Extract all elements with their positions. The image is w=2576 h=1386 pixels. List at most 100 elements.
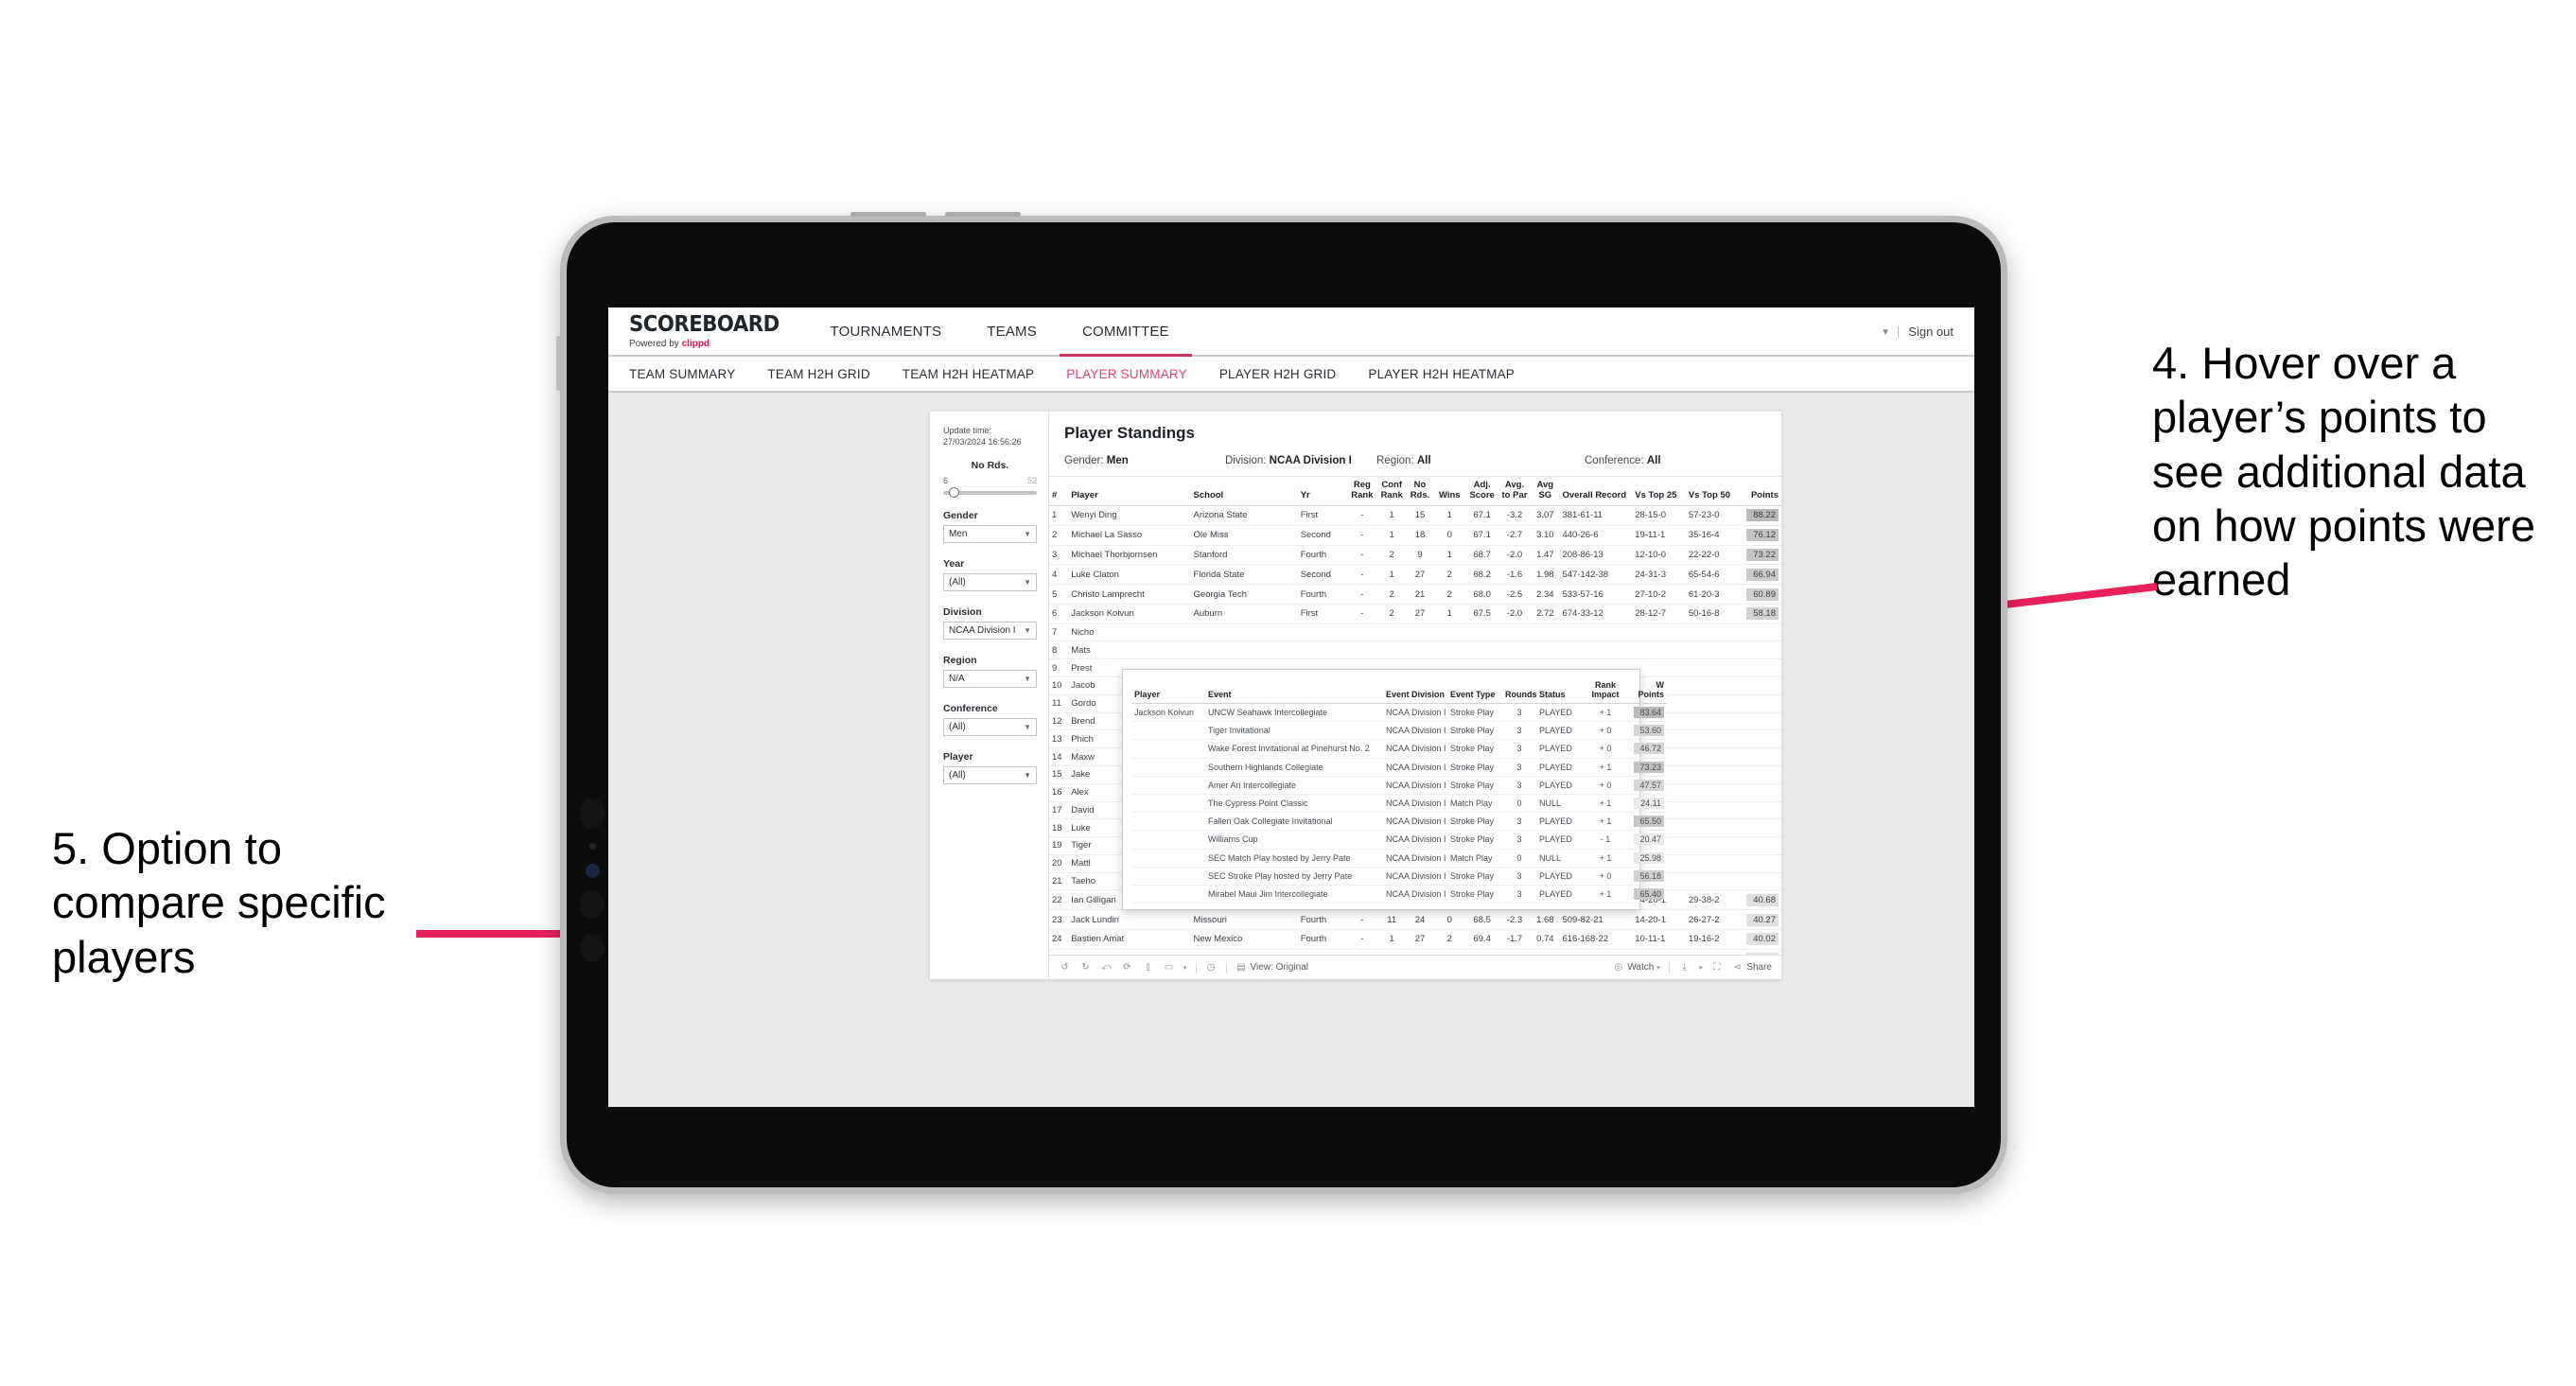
cell-points[interactable] [1739, 801, 1781, 820]
table-row[interactable]: 6 Jackson Koivun Auburn First -2 27 1 67.5 -2.0 2… [1049, 604, 1781, 624]
cell-points[interactable] [1739, 783, 1781, 802]
cell-points[interactable]: 40.68 [1739, 889, 1781, 911]
chevron-down-icon[interactable]: ▾ [1883, 325, 1888, 338]
table-row[interactable]: 1 Wenyi Ding Arizona State First -1 15 1 67.1 -3… [1049, 505, 1781, 526]
table-row[interactable]: 7 Nicho [1049, 623, 1781, 642]
cell-points[interactable] [1739, 712, 1781, 731]
col-wins[interactable]: Wins [1433, 477, 1466, 506]
table-row[interactable]: 3 Michael Thorbjornsen Stanford Fourth -2 9 1 6… [1049, 545, 1781, 566]
no-rounds-slider[interactable] [943, 487, 1037, 499]
view-original-button[interactable]: ▤ View: Original [1235, 961, 1308, 974]
table-row[interactable]: 23 Jack Lundin Missouri Fourth -11 24 0 68.5 -2.… [1049, 909, 1781, 930]
cell-points[interactable] [1739, 747, 1781, 766]
tt-cell-rank-impact: - 1 [1586, 830, 1625, 850]
tt-cell-rounds: 3 [1502, 885, 1536, 904]
highlight-icon[interactable]: ▭ [1163, 961, 1175, 974]
tooltip-row: Fallen Oak Collegiate Invitational NCAA D… [1131, 812, 1667, 832]
cell-points[interactable]: 58.18 [1739, 604, 1781, 624]
col-reg-rank[interactable]: Reg Rank [1347, 477, 1377, 506]
cell-points[interactable] [1739, 676, 1781, 695]
col-year[interactable]: Yr [1297, 477, 1348, 506]
download-icon[interactable]: ⤓ [1678, 961, 1691, 974]
view-icon: ▤ [1236, 962, 1246, 973]
filter-player-select[interactable]: (All) ▼ [943, 766, 1037, 785]
table-row[interactable]: 25Cole SherwoodVanderbiltFourth-1223168.… [1049, 949, 1781, 955]
history-icon[interactable]: ◷ [1205, 961, 1218, 974]
cell-points[interactable]: 73.22 [1739, 545, 1781, 566]
table-row[interactable]: 5 Christo Lamprecht Georgia Tech Fourth -2 21… [1049, 584, 1781, 605]
tab-player-summary[interactable]: PLAYER SUMMARY [1066, 367, 1187, 381]
cell-points[interactable] [1739, 765, 1781, 784]
brand-logo[interactable]: SCOREBOARD Powered by clippd [608, 307, 808, 355]
col-vs-top-25[interactable]: Vs Top 25 [1632, 477, 1686, 506]
cell-points[interactable] [1739, 872, 1781, 891]
col-conf-rank[interactable]: Conf Rank [1376, 477, 1407, 506]
table-row[interactable]: 24 Bastien Amat New Mexico Fourth -1 27 2 69.4-… [1049, 929, 1781, 950]
watch-button[interactable]: ◎ Watch ▾ [1612, 961, 1659, 974]
tt-cell-player [1131, 758, 1205, 777]
cell-wins: 0 [1433, 525, 1466, 546]
cell-points[interactable] [1739, 623, 1781, 642]
sign-out-link[interactable]: Sign out [1908, 325, 1954, 339]
filter-division-select[interactable]: NCAA Division I ▼ [943, 622, 1037, 640]
tt-cell-status: PLAYED [1536, 703, 1586, 723]
tab-team-h2h-heatmap[interactable]: TEAM H2H HEATMAP [902, 367, 1034, 381]
col-player[interactable]: Player [1068, 477, 1191, 506]
cell-points[interactable] [1739, 836, 1781, 855]
filter-region-select[interactable]: N/A ▼ [943, 670, 1037, 689]
col-overall-record[interactable]: Overall Record [1559, 477, 1633, 506]
no-rounds-slider-handle[interactable] [949, 487, 959, 499]
cell-points[interactable] [1739, 818, 1781, 838]
cell-points[interactable] [1739, 640, 1781, 660]
col-rank[interactable]: # [1049, 477, 1069, 506]
standings-table-scroll[interactable]: # Player School Yr Reg Rank Conf Rank No… [1049, 477, 1781, 955]
tab-team-h2h-grid[interactable]: TEAM H2H GRID [767, 367, 869, 381]
chevron-down-icon[interactable]: ▾ [1183, 964, 1187, 972]
cell-player: Nicho [1068, 623, 1191, 642]
cell-points[interactable] [1739, 854, 1781, 873]
cell-rank: 25 [1049, 949, 1069, 955]
tab-player-h2h-heatmap[interactable]: PLAYER H2H HEATMAP [1368, 367, 1515, 381]
filter-division: Division NCAA Division I ▼ [943, 606, 1037, 640]
col-no-rounds[interactable]: No Rds. [1406, 477, 1434, 506]
cell-points[interactable]: 40.27 [1739, 909, 1781, 930]
nav-item-committee[interactable]: COMMITTEE [1059, 307, 1192, 357]
col-adj-score[interactable]: Adj. Score [1465, 477, 1498, 506]
share-button[interactable]: ⋖ Share [1731, 961, 1772, 974]
col-vs-top-50[interactable]: Vs Top 50 [1685, 477, 1740, 506]
cell-points[interactable] [1739, 694, 1781, 713]
no-rounds-min: 6 [943, 476, 949, 486]
cell-points[interactable] [1739, 729, 1781, 749]
undo-icon[interactable]: ↺ [1059, 961, 1071, 974]
filter-gender-select[interactable]: Men ▼ [943, 525, 1037, 544]
redo-icon[interactable]: ↻ [1079, 961, 1092, 974]
pause-icon[interactable]: ⫾ [1142, 961, 1154, 974]
table-row[interactable]: 4 Luke Claton Florida State Second -1 27 2 68.2… [1049, 564, 1781, 586]
table-row[interactable]: 8 Mats [1049, 640, 1781, 660]
tt-cell-status: PLAYED [1536, 830, 1586, 850]
tab-team-summary[interactable]: TEAM SUMMARY [629, 367, 735, 381]
nav-item-tournaments[interactable]: TOURNAMENTS [808, 307, 965, 355]
fullscreen-icon[interactable]: ⛶ [1710, 961, 1723, 974]
cell-points[interactable]: 66.94 [1739, 564, 1781, 586]
col-avg-sg[interactable]: Avg SG [1531, 477, 1560, 506]
cell-points[interactable]: 88.22 [1739, 505, 1781, 526]
table-row[interactable]: 2 Michael La Sasso Ole Miss Second -1 18 0 67.1… [1049, 525, 1781, 546]
tooltip-table: Player Event Event Division Event Type R… [1131, 678, 1667, 904]
refresh-icon[interactable]: ⟳ [1121, 961, 1133, 974]
cell-points[interactable]: 39.95 [1739, 949, 1781, 955]
nav-item-teams[interactable]: TEAMS [964, 307, 1060, 355]
tab-player-h2h-grid[interactable]: PLAYER H2H GRID [1219, 367, 1337, 381]
w-points-value: 73.23 [1634, 761, 1664, 773]
filter-conference-select[interactable]: (All) ▼ [943, 718, 1037, 737]
chevron-down-icon[interactable]: ▾ [1699, 964, 1703, 972]
cell-points[interactable]: 76.12 [1739, 525, 1781, 546]
col-school[interactable]: School [1190, 477, 1298, 506]
cell-points[interactable]: 40.02 [1739, 929, 1781, 950]
revert-icon[interactable]: ⤺ [1100, 961, 1113, 974]
col-points[interactable]: Points [1739, 477, 1781, 506]
cell-points[interactable] [1739, 658, 1781, 678]
cell-points[interactable]: 60.89 [1739, 584, 1781, 605]
filter-year-select[interactable]: (All) ▼ [943, 573, 1037, 592]
col-avg-to-par[interactable]: Avg. to Par [1498, 477, 1532, 506]
